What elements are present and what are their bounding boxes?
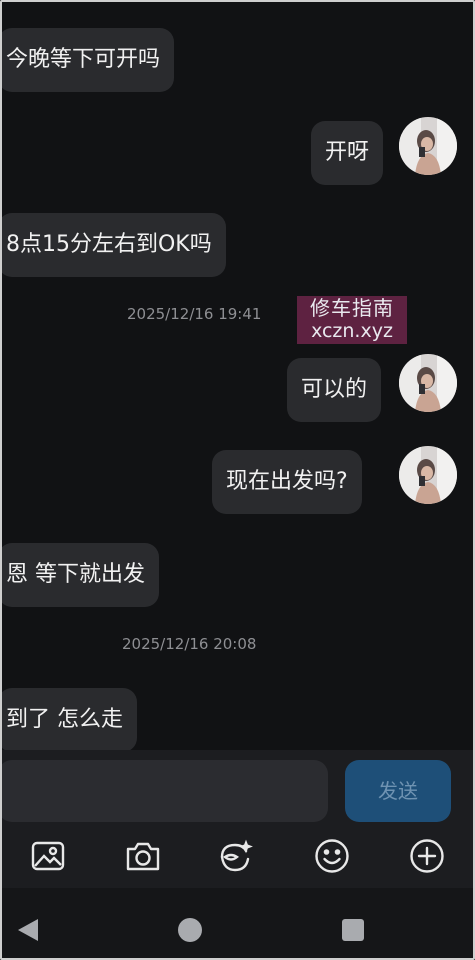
- chat-area[interactable]: 今晚等下可开吗 开呀 8点15分左右到OK吗 2025/12/16 19:41 …: [0, 0, 475, 750]
- watermark-title: 修车指南: [310, 296, 394, 320]
- watermark-url: xczn.xyz: [311, 320, 393, 342]
- timestamp: 2025/12/16 19:41: [127, 305, 262, 323]
- avatar-photo-icon: [399, 446, 457, 504]
- emoji-icon[interactable]: [312, 836, 352, 876]
- system-navigation-bar: [0, 888, 475, 960]
- message-bubble-sent[interactable]: 现在出发吗?: [212, 450, 362, 514]
- message-bubble-received[interactable]: 到了 怎么走: [0, 688, 137, 750]
- home-icon[interactable]: [176, 916, 204, 944]
- avatar[interactable]: [399, 117, 457, 175]
- plus-icon[interactable]: [407, 836, 447, 876]
- timestamp: 2025/12/16 20:08: [122, 635, 257, 653]
- send-button[interactable]: 发送: [345, 760, 451, 822]
- image-icon[interactable]: [28, 836, 68, 876]
- back-icon[interactable]: [14, 916, 42, 944]
- avatar[interactable]: [399, 354, 457, 412]
- avatar-photo-icon: [399, 117, 457, 175]
- recents-icon[interactable]: [340, 917, 366, 943]
- avatar-photo-icon: [399, 354, 457, 412]
- watermark: 修车指南 xczn.xyz: [297, 296, 407, 344]
- sticker-icon[interactable]: [216, 836, 256, 876]
- camera-icon[interactable]: [123, 836, 163, 876]
- message-bubble-received[interactable]: 8点15分左右到OK吗: [0, 213, 226, 277]
- message-bubble-sent[interactable]: 开呀: [311, 121, 384, 185]
- message-bubble-received[interactable]: 恩 等下就出发: [0, 543, 159, 607]
- message-input[interactable]: [0, 760, 328, 822]
- message-bubble-sent[interactable]: 可以的: [287, 358, 382, 422]
- avatar[interactable]: [399, 446, 457, 504]
- message-bubble-received[interactable]: 今晚等下可开吗: [0, 28, 175, 92]
